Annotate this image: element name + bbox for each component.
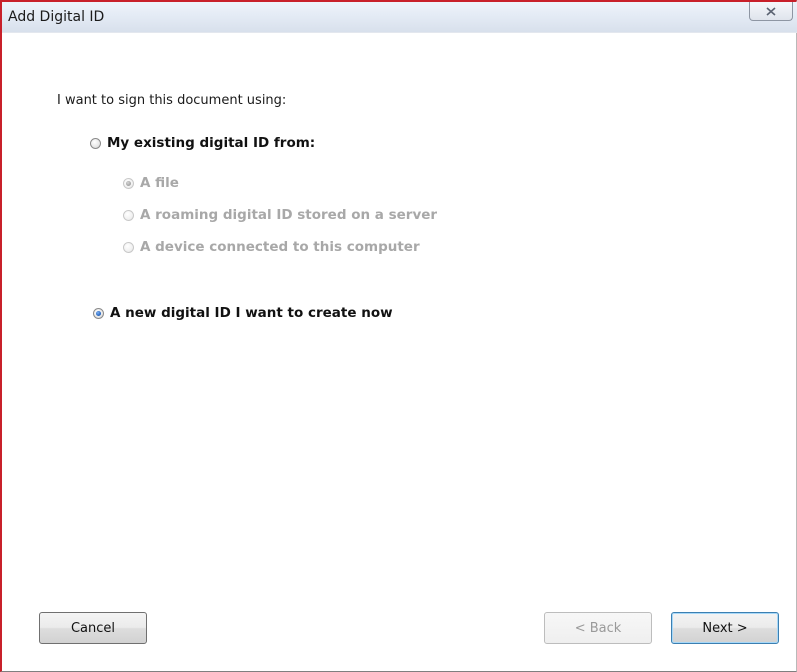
cancel-button[interactable]: Cancel	[39, 612, 147, 644]
radio-a-file: A file	[123, 175, 179, 191]
radio-new-label: A new digital ID I want to create now	[110, 305, 393, 321]
radio-device-connected: A device connected to this computer	[123, 239, 420, 255]
radio-device-indicator	[123, 241, 134, 253]
prompt-text: I want to sign this document using:	[57, 93, 287, 108]
radio-new-indicator[interactable]	[93, 307, 104, 319]
radio-roaming-indicator	[123, 209, 134, 221]
radio-new-digital-id[interactable]: A new digital ID I want to create now	[93, 305, 393, 321]
radio-existing-indicator[interactable]	[90, 137, 101, 149]
title-bar[interactable]: Add Digital ID	[2, 2, 797, 33]
close-icon	[766, 6, 776, 16]
radio-device-label: A device connected to this computer	[140, 239, 420, 255]
window-title: Add Digital ID	[8, 9, 105, 25]
add-digital-id-dialog: Add Digital ID I want to sign this docum…	[0, 0, 797, 672]
radio-existing-label: My existing digital ID from:	[107, 135, 316, 151]
radio-existing-digital-id[interactable]: My existing digital ID from:	[90, 135, 315, 151]
close-button[interactable]	[749, 2, 793, 21]
radio-roaming-label: A roaming digital ID stored on a server	[140, 207, 438, 223]
back-button: < Back	[544, 612, 652, 644]
radio-roaming-digital-id: A roaming digital ID stored on a server	[123, 207, 437, 223]
radio-a-file-indicator	[123, 177, 134, 189]
next-button[interactable]: Next >	[671, 612, 779, 644]
radio-a-file-label: A file	[140, 175, 179, 191]
